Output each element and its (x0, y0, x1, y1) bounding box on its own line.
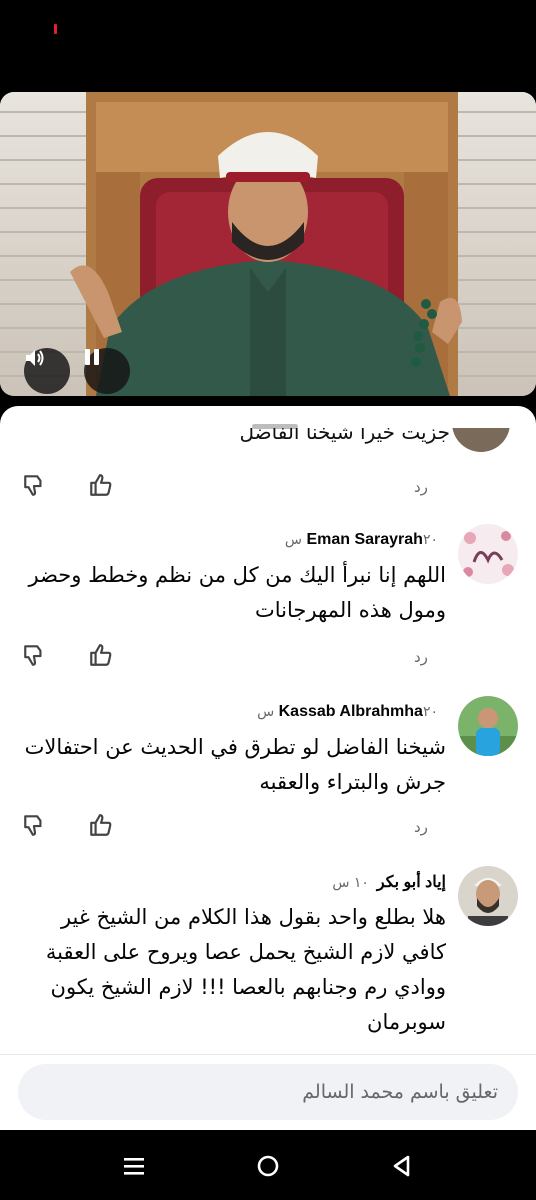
comment-meta: Eman Sarayrah٢٠ س (285, 530, 446, 549)
comment-author[interactable]: Eman Sarayrah (306, 531, 423, 548)
video-frame (0, 92, 536, 396)
pause-button[interactable] (84, 348, 130, 394)
avatar[interactable] (458, 524, 518, 584)
reply-link[interactable]: رد (414, 478, 428, 496)
comment-actions: رد (0, 640, 536, 670)
thumbs-down-icon[interactable] (22, 642, 48, 668)
comment-partial: جزيت خيرا شيخنا الفاضل (0, 428, 536, 454)
status-bar (0, 0, 536, 92)
avatar[interactable] (458, 866, 518, 926)
comment-composer[interactable] (18, 1064, 518, 1120)
comment-meta: Kassab Albrahmha٢٠ س (257, 702, 446, 721)
comment-author[interactable]: Kassab Albrahmha (279, 703, 423, 720)
sound-button[interactable] (24, 348, 70, 394)
reply-link[interactable]: رد (414, 818, 428, 836)
video-player[interactable] (0, 92, 536, 396)
reply-link[interactable]: رد (414, 648, 428, 666)
system-nav-bar (0, 1130, 536, 1200)
comment-actions: رد (0, 810, 536, 840)
avatar (452, 428, 510, 452)
pause-icon (85, 349, 99, 365)
comment-actions: رد (0, 470, 536, 500)
comment-text: شيخنا الفاضل لو تطرق في الحديث عن احتفال… (24, 735, 446, 794)
status-indicator (54, 24, 57, 34)
comments-sheet: جزيت خيرا شيخنا الفاضل رد Eman Sarayrah٢… (0, 406, 536, 1130)
circle-home-icon[interactable] (254, 1152, 282, 1180)
thumbs-up-icon[interactable] (88, 642, 114, 668)
divider (0, 1054, 536, 1055)
thumbs-down-icon[interactable] (22, 812, 48, 838)
comment-meta: إياد أبو بكر ١٠ س (332, 872, 446, 892)
comment-time: ١٠ س (332, 875, 369, 891)
comment-input[interactable] (18, 1064, 518, 1120)
thumbs-up-icon[interactable] (88, 812, 114, 838)
comment-text: اللهم إنا نبرأ اليك من كل من نظم وخطط وح… (28, 563, 447, 622)
comment-text: جزيت خيرا شيخنا الفاضل (239, 428, 451, 444)
comment-author[interactable]: إياد أبو بكر (377, 874, 446, 891)
speaker-icon (26, 350, 44, 366)
thumbs-up-icon[interactable] (88, 472, 114, 498)
avatar[interactable] (458, 696, 518, 756)
triangle-back-icon[interactable] (388, 1152, 416, 1180)
menu-lines-icon[interactable] (120, 1152, 148, 1180)
comment-text: هلا بطلع واحد بقول هذا الكلام من الشيخ غ… (45, 905, 446, 1034)
thumbs-down-icon[interactable] (22, 472, 48, 498)
